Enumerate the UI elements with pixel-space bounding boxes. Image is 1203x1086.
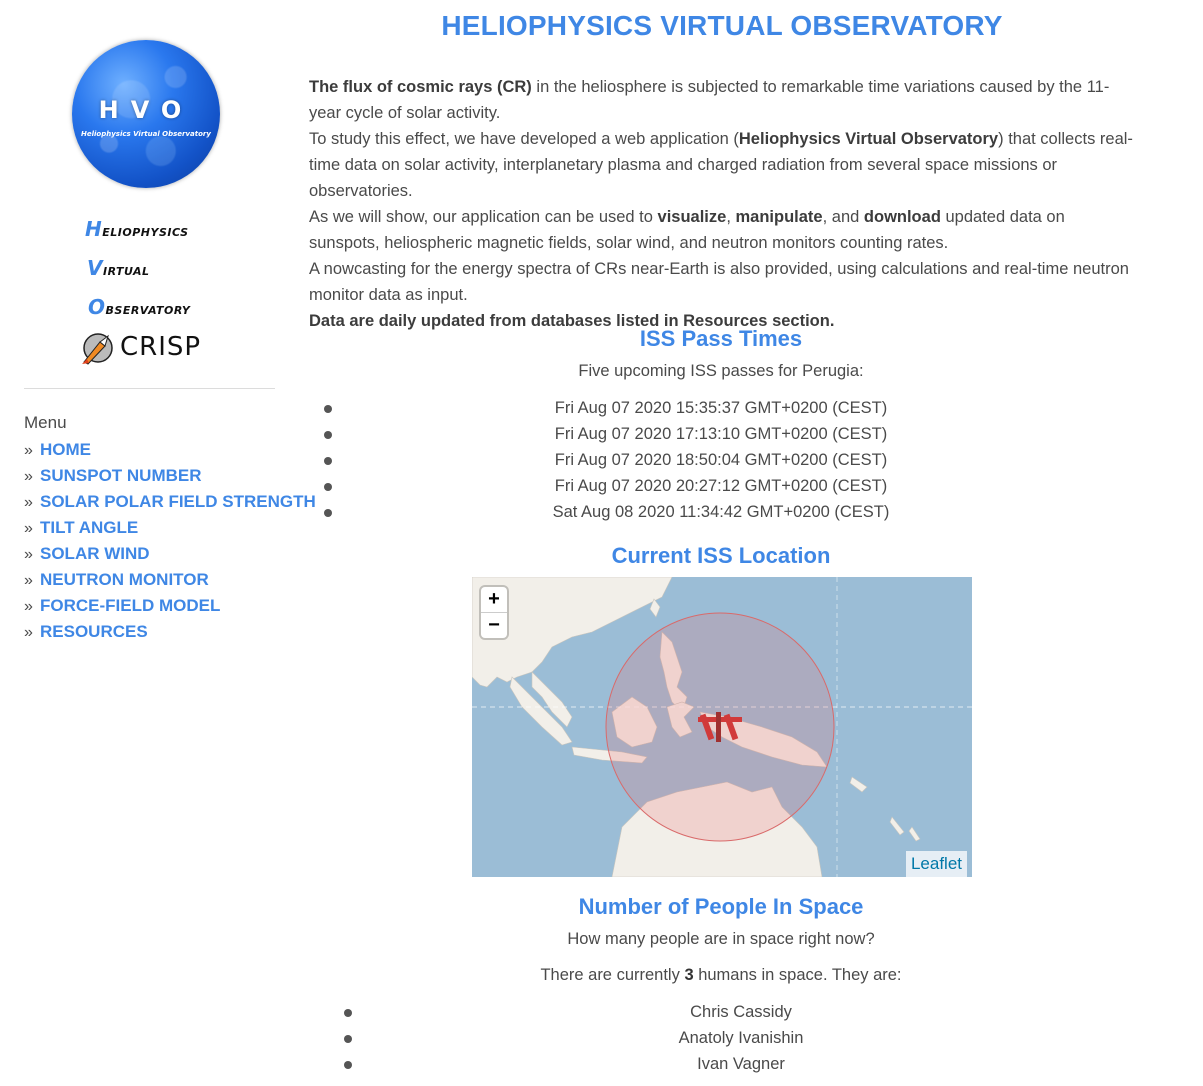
people-question: How many people are in space right now? <box>567 930 875 948</box>
logo-sub-text: Heliophysics Virtual Observatory <box>81 130 211 138</box>
menu-link-sunspot-number[interactable]: SUNSPOT NUMBER <box>40 466 202 485</box>
zoom-in-button[interactable]: + <box>481 587 507 612</box>
intro-paragraph-3: As we will show, our application can be … <box>309 208 1065 252</box>
menu-title: Menu <box>24 413 67 432</box>
list-item: Fri Aug 07 2020 15:35:37 GMT+0200 (CEST) <box>309 395 1133 421</box>
chevron-right-icon: » <box>24 520 33 537</box>
menu-item-neutron-monitor: » NEUTRON MONITOR <box>24 569 316 595</box>
intro-paragraph-2: To study this effect, we have developed … <box>309 130 1133 200</box>
chevron-right-icon: » <box>24 572 33 589</box>
list-item: Fri Aug 07 2020 17:13:10 GMT+0200 (CEST) <box>309 421 1133 447</box>
sidebar-menu: » HOME » SUNSPOT NUMBER » SOLAR POLAR FIELD… <box>24 439 316 647</box>
rocket-icon <box>82 333 113 365</box>
list-item: Chris Cassidy <box>329 999 1153 1025</box>
iss-pass-title: ISS Pass Times <box>639 326 803 351</box>
iss-pass-list: Fri Aug 07 2020 15:35:37 GMT+0200 (CEST)… <box>309 395 1133 525</box>
menu-item-solar-wind: » SOLAR WIND <box>24 543 316 569</box>
iss-location-title: Current ISS Location <box>611 543 831 568</box>
menu-item-resources: » RESOURCES <box>24 621 316 647</box>
menu-link-home[interactable]: HOME <box>40 440 91 459</box>
intro-paragraph-1: The flux of cosmic rays (CR) in the heli… <box>309 78 1110 122</box>
chevron-right-icon: » <box>24 598 33 615</box>
people-title: Number of People In Space <box>578 894 864 919</box>
people-list: Chris Cassidy Anatoly Ivanishin Ivan Vag… <box>329 999 1153 1077</box>
chevron-right-icon: » <box>24 494 33 511</box>
menu-item-sunspot-number: » SUNSPOT NUMBER <box>24 465 316 491</box>
chevron-right-icon: » <box>24 624 33 641</box>
people-count: 3 <box>684 966 694 984</box>
hvo-logo[interactable]: HVO Heliophysics Virtual Observatory <box>72 40 224 192</box>
menu-link-tilt-angle[interactable]: TILT ANGLE <box>40 518 138 537</box>
logo-main-text: HVO <box>98 96 194 124</box>
crisp-logo[interactable]: CRISP <box>78 330 228 368</box>
menu-link-resources[interactable]: RESOURCES <box>40 622 148 641</box>
menu-link-neutron-monitor[interactable]: NEUTRON MONITOR <box>40 570 209 589</box>
list-item: Anatoly Ivanishin <box>329 1025 1153 1051</box>
iss-map[interactable]: + − Leaflet <box>472 577 972 877</box>
sidebar-divider <box>24 388 275 389</box>
chevron-right-icon: » <box>24 546 33 563</box>
page-title: HELIOPHYSICS VIRTUAL OBSERVATORY <box>441 10 1003 41</box>
map-tiles <box>472 577 972 877</box>
intro-text: The flux of cosmic rays (CR) in the heli… <box>309 74 1135 334</box>
menu-item-home: » HOME <box>24 439 316 465</box>
list-item: Ivan Vagner <box>329 1051 1153 1077</box>
crisp-text: CRISP <box>120 332 202 362</box>
wordmark-observatory: Observatory <box>88 295 191 319</box>
menu-item-force-field-model: » FORCE-FIELD MODEL <box>24 595 316 621</box>
zoom-control: + − <box>481 587 507 638</box>
menu-item-solar-polar-field: » SOLAR POLAR FIELD STRENGTH <box>24 491 316 517</box>
zoom-out-button[interactable]: − <box>481 612 507 638</box>
menu-link-solar-polar-field[interactable]: SOLAR POLAR FIELD STRENGTH <box>40 492 316 511</box>
menu-link-solar-wind[interactable]: SOLAR WIND <box>40 544 150 563</box>
list-item: Fri Aug 07 2020 20:27:12 GMT+0200 (CEST) <box>309 473 1133 499</box>
people-count-text: There are currently 3 humans in space. T… <box>540 966 902 984</box>
menu-item-tilt-angle: » TILT ANGLE <box>24 517 316 543</box>
chevron-right-icon: » <box>24 468 33 485</box>
sun-logo-icon: HVO Heliophysics Virtual Observatory <box>72 40 220 188</box>
wordmark-heliophysics: Heliophysics <box>85 217 189 241</box>
intro-paragraph-4: A nowcasting for the energy spectra of C… <box>309 260 1129 304</box>
iss-pass-subtitle: Five upcoming ISS passes for Perugia: <box>578 362 864 380</box>
leaflet-attribution-link[interactable]: Leaflet <box>905 851 967 877</box>
list-item: Fri Aug 07 2020 18:50:04 GMT+0200 (CEST) <box>309 447 1133 473</box>
menu-link-force-field-model[interactable]: FORCE-FIELD MODEL <box>40 596 220 615</box>
wordmark-virtual: Virtual <box>87 256 150 280</box>
list-item: Sat Aug 08 2020 11:34:42 GMT+0200 (CEST) <box>309 499 1133 525</box>
chevron-right-icon: » <box>24 442 33 459</box>
